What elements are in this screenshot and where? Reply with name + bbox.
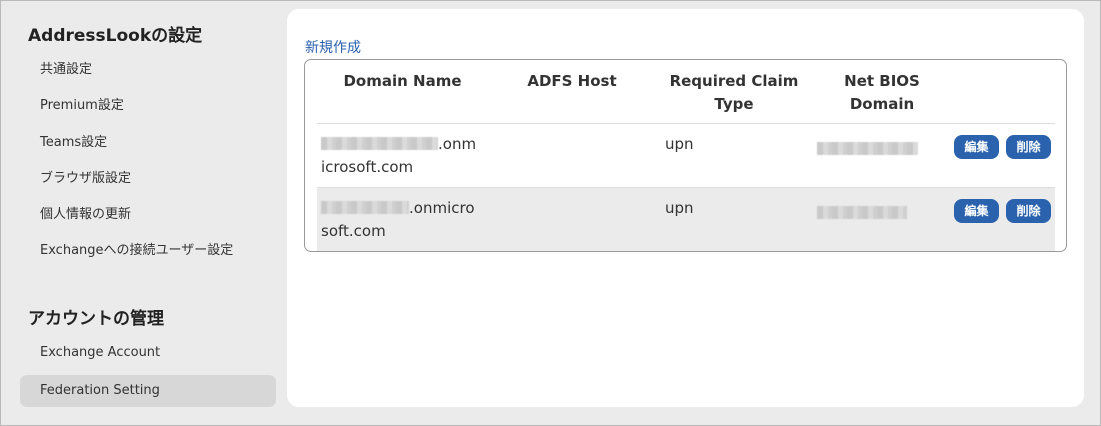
sidebar-item-premium-settings[interactable]: Premium設定 — [20, 90, 276, 122]
new-create-link[interactable]: 新規作成 — [305, 37, 361, 57]
delete-button[interactable]: 削除 — [1006, 199, 1051, 223]
main-panel: 新規作成 Domain Name ADFS Host Required Clai… — [287, 9, 1084, 407]
redacted-net-bios — [817, 206, 907, 219]
sidebar-item-exchange-user[interactable]: Exchangeへの接続ユーザー設定 — [20, 235, 276, 267]
header-net-bios-domain: Net BIOS Domain — [827, 70, 937, 116]
domain-name-cell: .onm icrosoft.com — [321, 133, 491, 179]
header-required-claim-line1: Required Claim — [669, 72, 799, 90]
redacted-domain — [321, 137, 438, 150]
sidebar-item-teams-settings[interactable]: Teams設定 — [20, 127, 276, 159]
delete-button[interactable]: 削除 — [1006, 135, 1051, 159]
sidebar: AddressLookの設定 共通設定 Premium設定 Teams設定 ブラ… — [1, 1, 286, 425]
sidebar-item-personal-info[interactable]: 個人情報の更新 — [20, 199, 276, 231]
header-domain-name: Domain Name — [343, 72, 462, 90]
settings-section-title: AddressLookの設定 — [28, 26, 203, 46]
table-row: .onmicro soft.com upn 編集 削除 — [317, 187, 1055, 251]
net-bios-cell — [817, 138, 918, 161]
table-row: .onm icrosoft.com upn 編集 削除 — [317, 123, 1055, 187]
claim-type-cell: upn — [665, 199, 694, 217]
sidebar-item-exchange-account[interactable]: Exchange Account — [20, 337, 276, 369]
claim-type-cell: upn — [665, 135, 694, 153]
header-required-claim-line2: Type — [714, 95, 754, 113]
edit-button[interactable]: 編集 — [954, 135, 999, 159]
header-required-claim-type: Required Claim Type — [659, 70, 809, 116]
domain-suffix: .onmicro — [409, 199, 475, 217]
domain-line2: icrosoft.com — [321, 158, 414, 176]
header-adfs-host: ADFS Host — [527, 72, 617, 90]
edit-button[interactable]: 編集 — [954, 199, 999, 223]
federation-table: Domain Name ADFS Host Required Claim Typ… — [304, 59, 1067, 252]
domain-suffix: .onm — [438, 135, 477, 153]
redacted-domain — [321, 201, 409, 214]
sidebar-item-federation-setting[interactable]: Federation Setting — [20, 375, 276, 407]
sidebar-item-browser-settings[interactable]: ブラウザ版設定 — [20, 163, 276, 195]
domain-line2: soft.com — [321, 222, 386, 240]
header-net-bios-line1: Net BIOS — [844, 72, 920, 90]
redacted-net-bios — [817, 142, 918, 155]
net-bios-cell — [817, 202, 907, 225]
account-section-title: アカウントの管理 — [28, 309, 164, 329]
domain-name-cell: .onmicro soft.com — [321, 197, 491, 243]
header-net-bios-line2: Domain — [849, 95, 915, 113]
sidebar-item-common-settings[interactable]: 共通設定 — [20, 54, 276, 86]
